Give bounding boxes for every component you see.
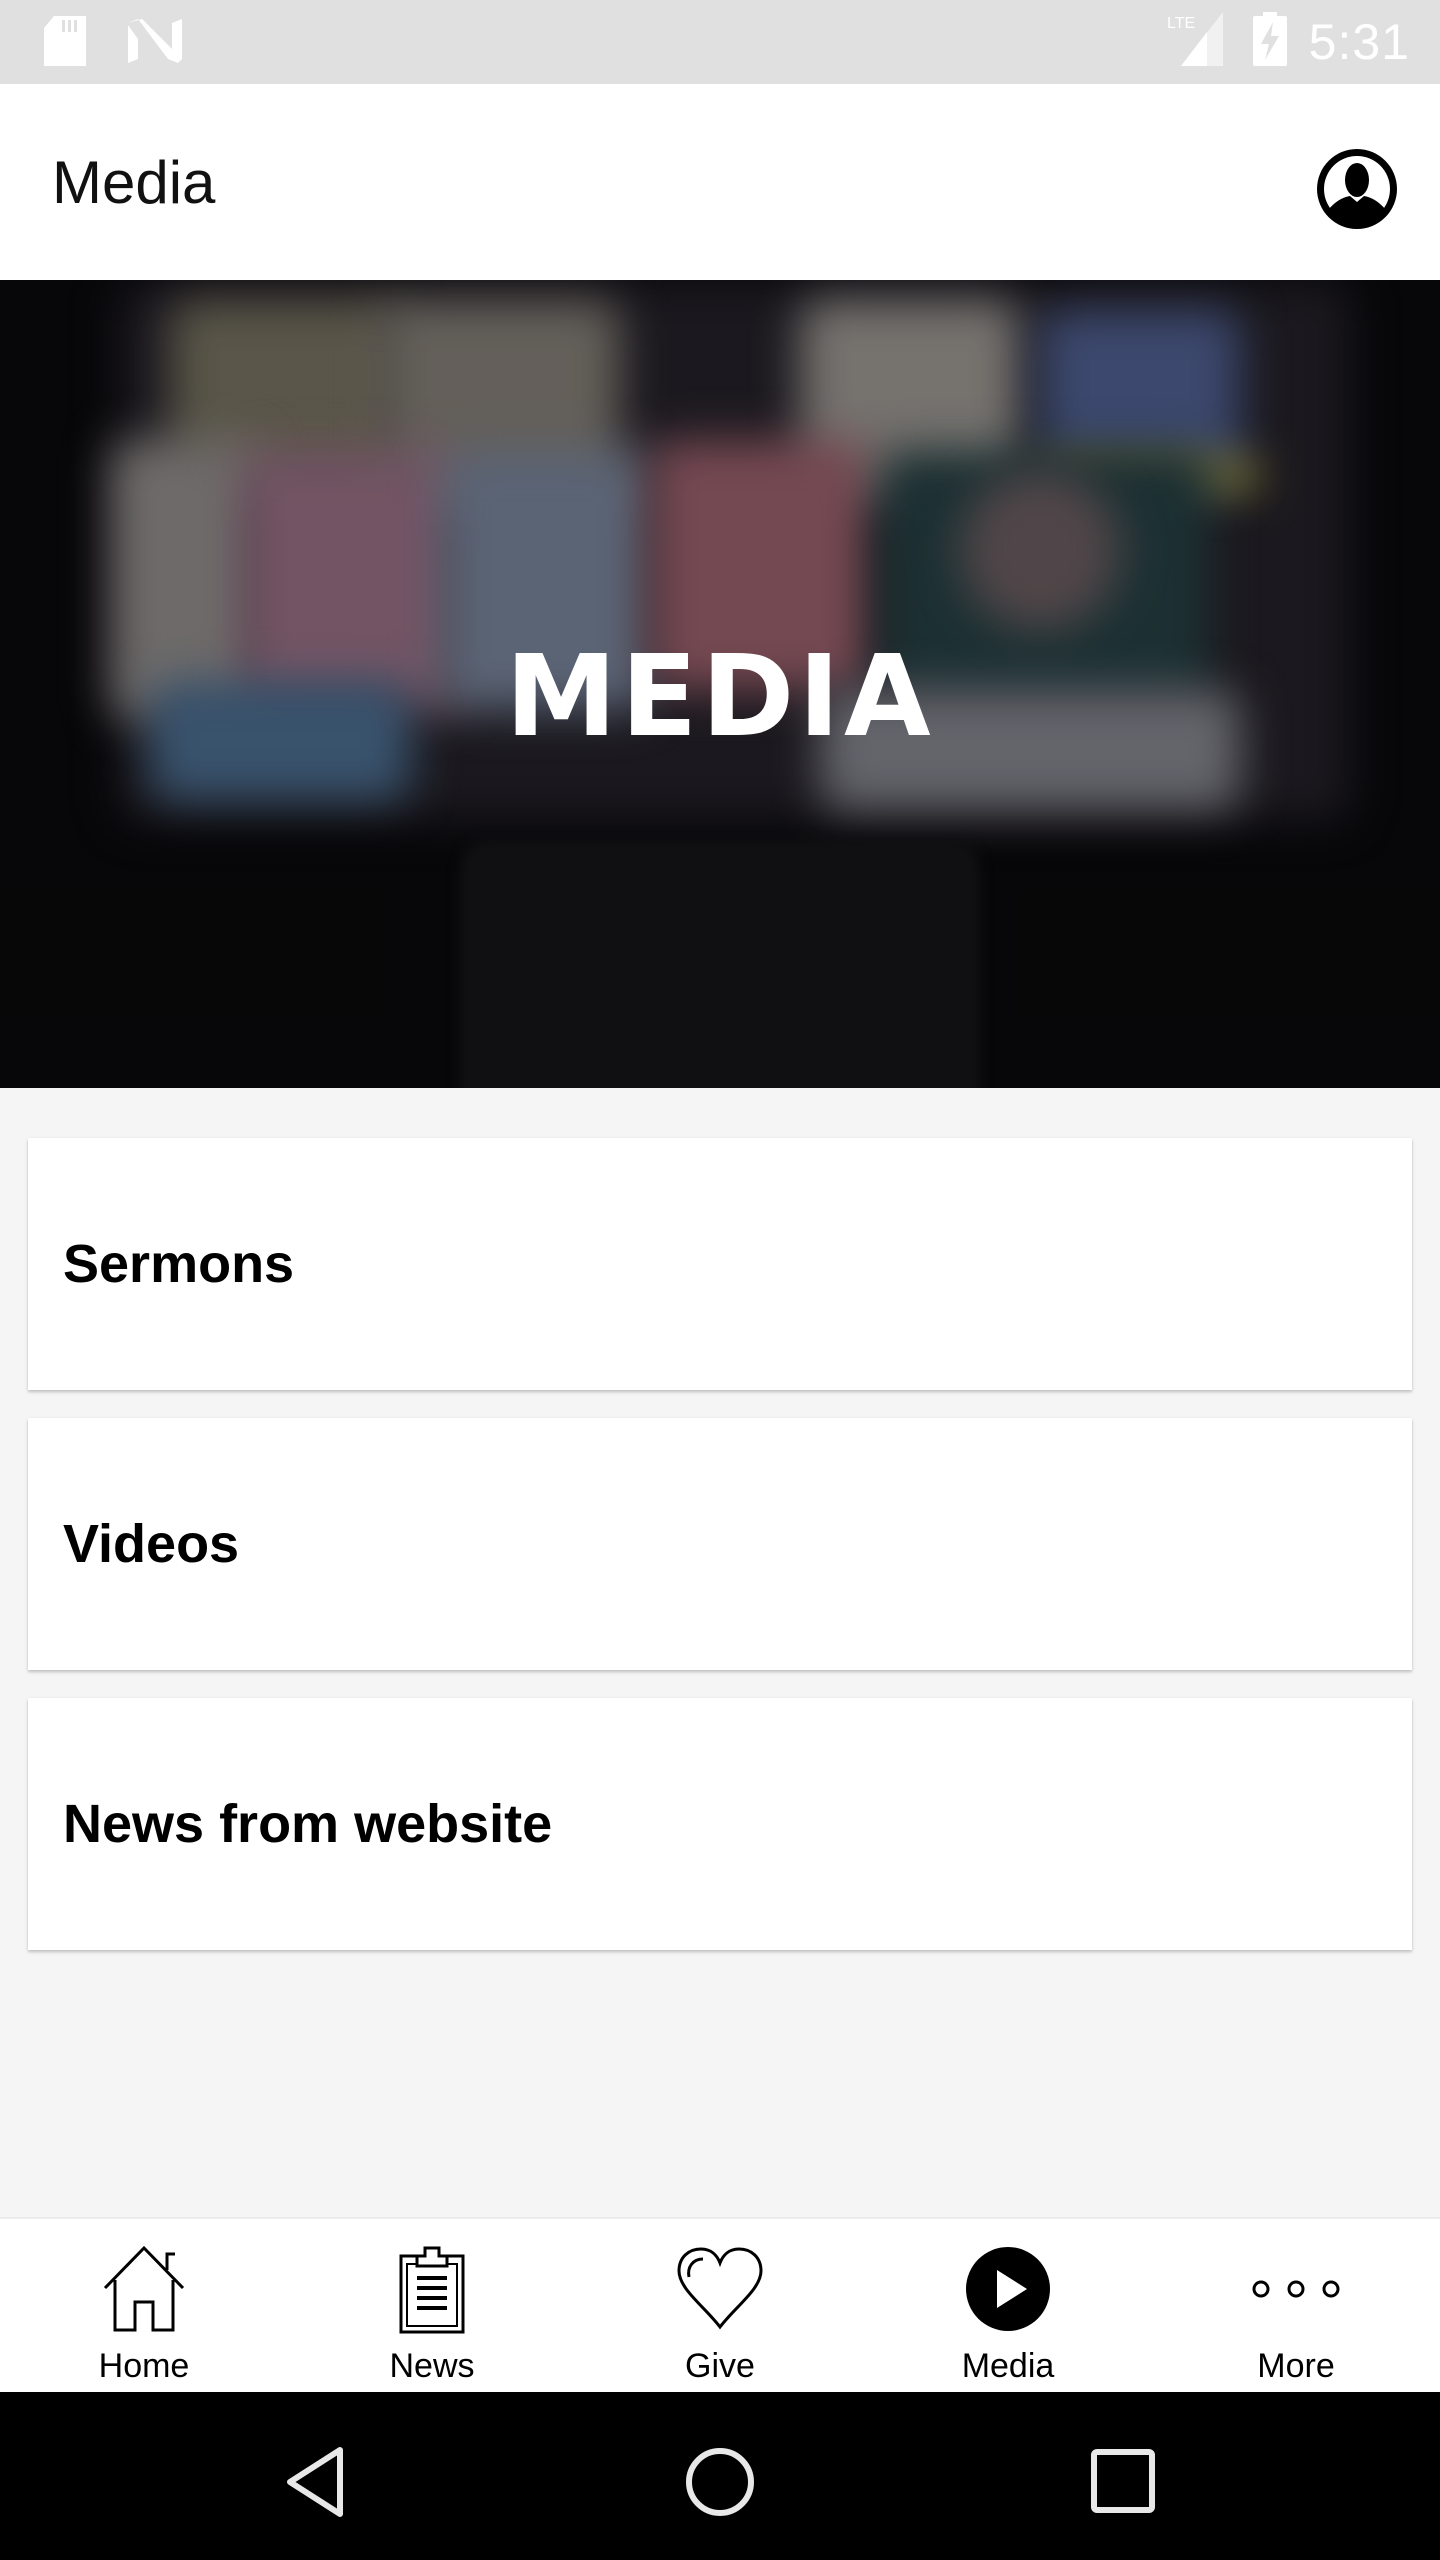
media-list: Sermons Videos News from website (0, 1088, 1440, 2217)
account-circle-icon (1317, 149, 1397, 229)
status-time: 5:31 (1308, 13, 1410, 70)
clipboard-icon (382, 2239, 482, 2339)
back-triangle-icon (287, 2447, 343, 2517)
nav-label: Give (685, 2347, 755, 2385)
card-label: News from website (63, 1794, 553, 1854)
app-bar: Media (0, 84, 1440, 280)
home-icon (94, 2239, 194, 2339)
system-recents-button[interactable] (1088, 2446, 1160, 2518)
page-title: Media (52, 149, 216, 216)
card-label: Sermons (63, 1234, 295, 1294)
hero-banner: MEDIA (0, 280, 1440, 1088)
nav-label: News (389, 2347, 475, 2385)
battery-charging-icon (1252, 12, 1287, 71)
card-label: Videos (63, 1514, 240, 1574)
status-bar: LTE 5:31 (0, 0, 1440, 84)
nav-item-news[interactable]: News (288, 2219, 576, 2392)
system-back-button[interactable] (284, 2446, 356, 2518)
nav-item-home[interactable]: Home (0, 2219, 288, 2392)
nav-item-media[interactable]: Media (864, 2219, 1152, 2392)
more-dots-icon (1246, 2239, 1346, 2339)
nav-label: More (1257, 2347, 1335, 2385)
sd-card-icon (44, 16, 86, 71)
profile-button[interactable] (1316, 148, 1398, 230)
heart-icon (670, 2239, 770, 2339)
nav-item-more[interactable]: More (1152, 2219, 1440, 2392)
home-circle-icon (686, 2448, 754, 2516)
lte-signal-icon: LTE (1167, 12, 1231, 71)
system-navigation-bar (0, 2392, 1440, 2560)
card-videos[interactable]: Videos (28, 1418, 1412, 1670)
hero-title: MEDIA (505, 632, 935, 762)
recents-square-icon (1091, 2449, 1155, 2513)
card-sermons[interactable]: Sermons (28, 1138, 1412, 1390)
nav-label: Home (98, 2347, 190, 2385)
bottom-navigation: Home News Give Media More (0, 2217, 1440, 2392)
n-notification-icon (128, 19, 182, 68)
nav-item-give[interactable]: Give (576, 2219, 864, 2392)
nav-label: Media (961, 2347, 1055, 2385)
system-home-button[interactable] (684, 2446, 756, 2518)
card-news-from-website[interactable]: News from website (28, 1698, 1412, 1950)
svg-text:LTE: LTE (1167, 15, 1195, 32)
play-circle-icon (958, 2239, 1058, 2339)
